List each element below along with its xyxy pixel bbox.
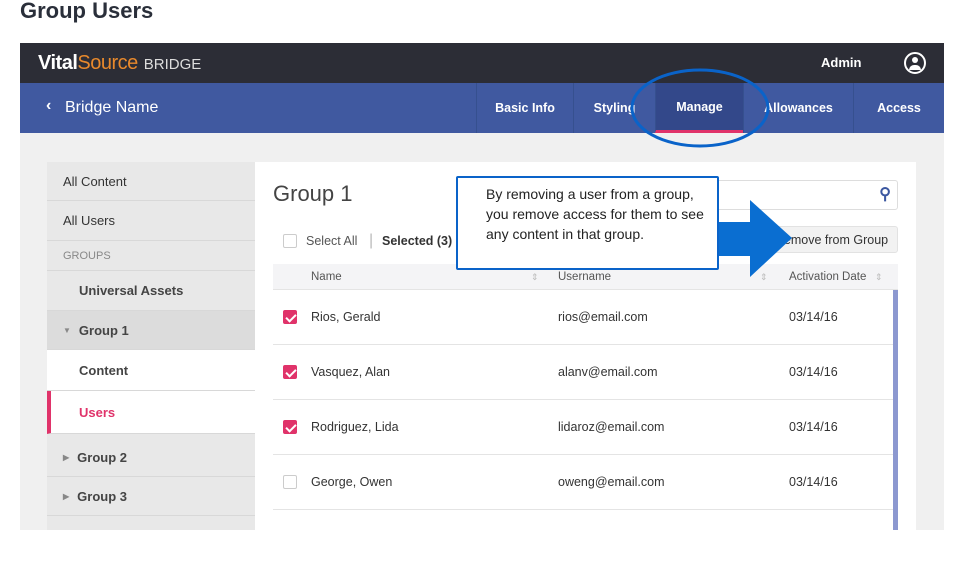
highlight-ellipse bbox=[630, 68, 770, 148]
arrow-icon bbox=[718, 200, 792, 277]
annotation-overlay bbox=[630, 68, 792, 277]
callout-box: By removing a user from a group, you rem… bbox=[456, 176, 719, 270]
